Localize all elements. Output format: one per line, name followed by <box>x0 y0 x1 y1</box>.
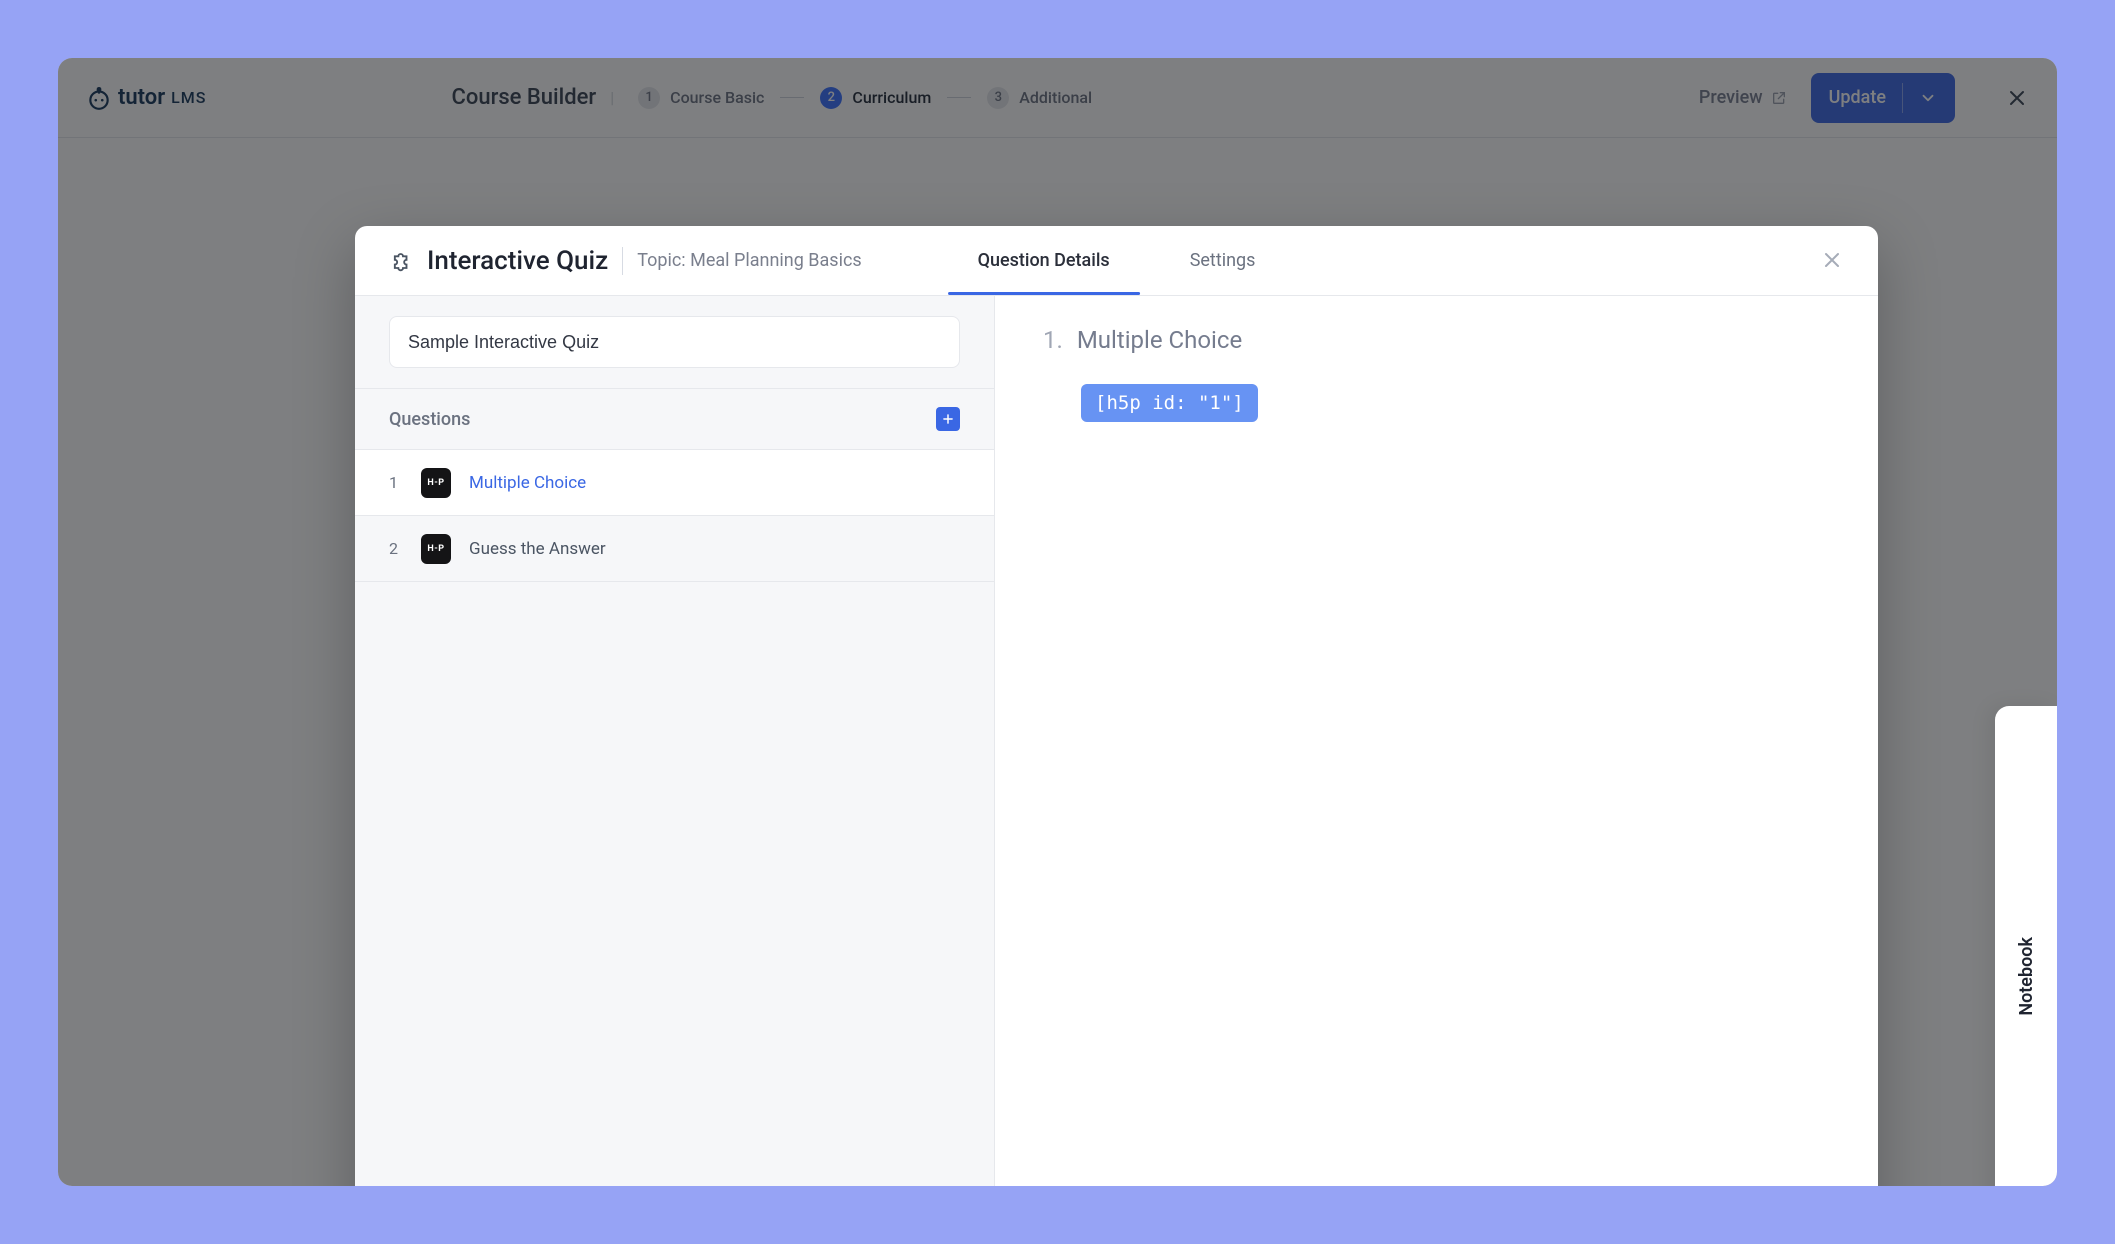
question-num: 1 <box>389 473 403 492</box>
question-detail-panel: 1. Multiple Choice [h5p id: "1"] <box>995 296 1878 1186</box>
quiz-modal: Interactive Quiz Topic: Meal Planning Ba… <box>355 226 1878 1186</box>
tab-settings[interactable]: Settings <box>1150 226 1296 295</box>
questions-header: Questions <box>355 389 994 450</box>
modal-header: Interactive Quiz Topic: Meal Planning Ba… <box>355 226 1878 296</box>
notebook-tab[interactable]: Notebook <box>1995 706 2057 1186</box>
quiz-name-input[interactable] <box>389 316 960 368</box>
detail-title: Multiple Choice <box>1077 326 1242 354</box>
h5p-badge-icon: H-P <box>421 468 451 498</box>
tab-question-details[interactable]: Question Details <box>938 226 1150 295</box>
modal-tabs: Question Details Settings <box>938 226 1296 295</box>
question-detail-heading: 1. Multiple Choice <box>1043 326 1830 354</box>
h5p-badge-icon: H-P <box>421 534 451 564</box>
questions-heading: Questions <box>389 409 470 430</box>
question-item-1[interactable]: 1 H-P Multiple Choice <box>355 450 994 516</box>
question-num: 2 <box>389 539 403 558</box>
modal-title: Interactive Quiz <box>427 246 608 276</box>
plus-icon <box>941 412 955 426</box>
quiz-name-wrap <box>355 296 994 389</box>
modal-close-icon[interactable] <box>1820 248 1844 272</box>
question-label: Guess the Answer <box>469 539 606 559</box>
question-list: 1 H-P Multiple Choice 2 H-P Guess the An… <box>355 450 994 582</box>
modal-topic: Topic: Meal Planning Basics <box>637 250 861 271</box>
question-label: Multiple Choice <box>469 473 586 493</box>
question-item-2[interactable]: 2 H-P Guess the Answer <box>355 516 994 582</box>
detail-number: 1. <box>1043 326 1063 354</box>
modal-body: Questions 1 H-P Multiple Choice 2 <box>355 296 1878 1186</box>
h5p-shortcode[interactable]: [h5p id: "1"] <box>1081 384 1258 422</box>
modal-title-divider <box>622 247 623 275</box>
notebook-label: Notebook <box>2016 937 2037 1016</box>
add-question-button[interactable] <box>936 407 960 431</box>
app-window: tutor LMS Course Builder | 1 Course Basi… <box>58 58 2057 1186</box>
puzzle-icon <box>389 247 417 275</box>
questions-panel: Questions 1 H-P Multiple Choice 2 <box>355 296 995 1186</box>
